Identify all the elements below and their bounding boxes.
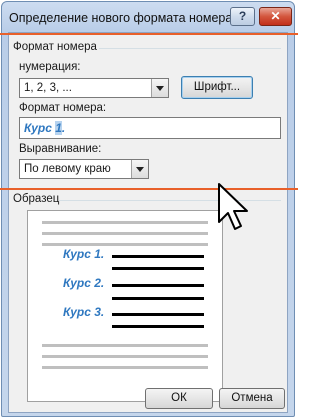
alignment-select[interactable]: По левому краю xyxy=(19,159,149,179)
ok-button[interactable]: ОК xyxy=(145,388,213,409)
preview-line xyxy=(42,221,208,224)
font-button[interactable]: Шрифт... xyxy=(181,76,253,99)
preview-line xyxy=(42,232,208,235)
preview-line xyxy=(112,325,204,328)
preview-line xyxy=(112,297,204,300)
alignment-value: По левому краю xyxy=(24,163,111,175)
preview-line xyxy=(112,313,204,316)
number-placeholder: 1 xyxy=(55,121,62,135)
highlight-line-top xyxy=(0,33,298,35)
preview-item-3: Курс 3. xyxy=(63,305,105,319)
preview-item-2: Курс 2. xyxy=(63,276,105,290)
highlight-line-bottom xyxy=(0,188,298,190)
preview-line xyxy=(112,284,204,287)
preview-line xyxy=(112,267,204,270)
mouse-pointer-icon xyxy=(218,183,248,230)
dialog-title: Определение нового формата номера xyxy=(9,11,233,25)
preview-line xyxy=(42,243,208,246)
number-format-label: Формат номера: xyxy=(19,102,107,114)
number-format-value: Курс 1. xyxy=(24,121,66,135)
group-title: Формат номера xyxy=(13,41,97,53)
group-divider xyxy=(99,48,281,49)
preview-box: Курс 1. Курс 2. Курс 3. xyxy=(27,210,223,402)
title-bar[interactable]: Определение нового формата номера ? ✕ xyxy=(2,2,294,32)
numbering-select[interactable]: 1, 2, 3, ... xyxy=(19,78,169,98)
help-button[interactable]: ? xyxy=(230,7,255,26)
chevron-down-icon[interactable] xyxy=(151,79,168,97)
preview-line xyxy=(42,355,208,358)
numbering-value: 1, 2, 3, ... xyxy=(24,82,72,94)
preview-line xyxy=(112,255,204,258)
preview-line xyxy=(42,366,208,369)
alignment-label: Выравнивание: xyxy=(19,143,102,155)
preview-line xyxy=(42,344,208,347)
close-button[interactable]: ✕ xyxy=(259,7,292,26)
numbering-label: нумерация: xyxy=(19,61,81,73)
number-format-field[interactable]: Курс 1. xyxy=(19,117,281,139)
preview-item-1: Курс 1. xyxy=(63,247,105,261)
cancel-button[interactable]: Отмена xyxy=(219,388,285,409)
chevron-down-icon[interactable] xyxy=(131,160,148,178)
preview-label: Образец xyxy=(13,193,60,205)
